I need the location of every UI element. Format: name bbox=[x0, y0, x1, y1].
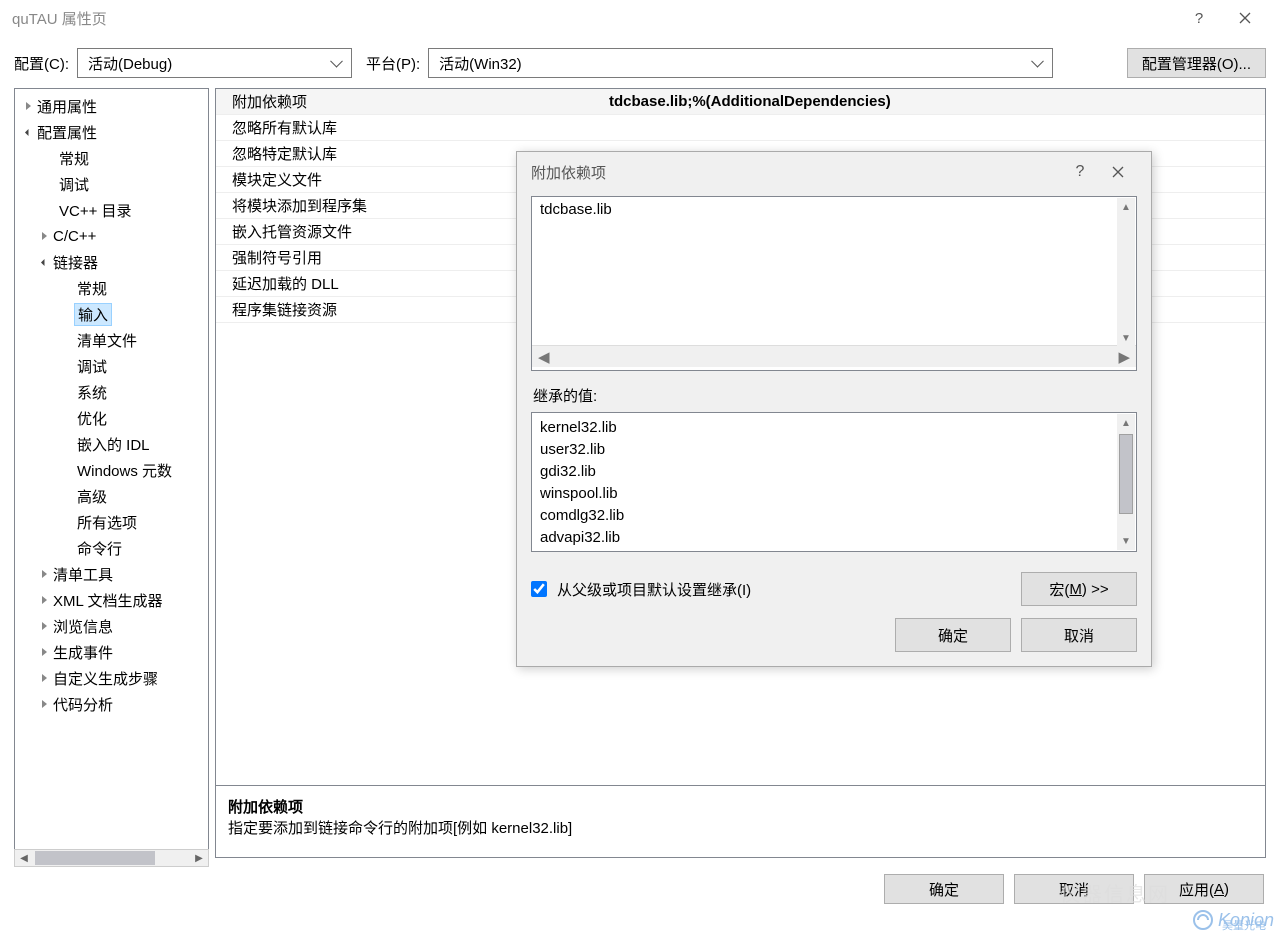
property-row[interactable]: 附加依赖项tdcbase.lib;%(AdditionalDependencie… bbox=[216, 89, 1265, 115]
tree-item[interactable]: 系统 bbox=[15, 379, 208, 405]
h-scrollbar[interactable]: ◀▶ bbox=[532, 345, 1136, 367]
window-title: quTAU 属性页 bbox=[12, 8, 107, 29]
config-bar: 配置(C): 活动(Debug) 平台(P): 活动(Win32) 配置管理器(… bbox=[0, 36, 1280, 88]
list-item: gdi32.lib bbox=[540, 461, 1128, 483]
tree-item[interactable]: 自定义生成步骤 bbox=[15, 665, 208, 691]
tree-item[interactable]: 调试 bbox=[15, 171, 208, 197]
help-icon[interactable]: ? bbox=[1176, 2, 1222, 34]
description-box: 附加依赖项 指定要添加到链接命令行的附加项[例如 kernel32.lib] bbox=[216, 785, 1265, 857]
dialog-title: 附加依赖项 bbox=[531, 162, 606, 183]
watermark-text: 仪器信息网 bbox=[1060, 878, 1170, 907]
v-scrollbar[interactable]: ▲ ▼ bbox=[1117, 414, 1135, 550]
dialog-help-icon[interactable]: ? bbox=[1061, 157, 1099, 187]
deps-edit-area[interactable]: tdcbase.lib ▲▼ ◀▶ bbox=[531, 196, 1137, 371]
inherited-label: 继承的值: bbox=[533, 385, 1137, 406]
list-item: comdlg32.lib bbox=[540, 505, 1128, 527]
list-item: advapi32.lib bbox=[540, 527, 1128, 549]
tree-item[interactable]: XML 文档生成器 bbox=[15, 587, 208, 613]
titlebar: quTAU 属性页 ? bbox=[0, 0, 1280, 36]
config-label: 配置(C): bbox=[14, 53, 69, 74]
tree-h-scrollbar[interactable]: ◀ ▶ bbox=[14, 849, 209, 867]
list-item: user32.lib bbox=[540, 439, 1128, 461]
dialog-cancel-button[interactable]: 取消 bbox=[1021, 618, 1137, 652]
config-manager-button[interactable]: 配置管理器(O)... bbox=[1127, 48, 1266, 78]
scroll-left-icon[interactable]: ◀ bbox=[538, 348, 550, 366]
tree-item[interactable]: 命令行 bbox=[15, 535, 208, 561]
scroll-up-icon[interactable]: ▲ bbox=[1121, 198, 1131, 216]
tree-item[interactable]: 调试 bbox=[15, 353, 208, 379]
scroll-down-icon[interactable]: ▼ bbox=[1121, 532, 1131, 550]
tree-item[interactable]: 链接器 bbox=[15, 249, 208, 275]
tree-item[interactable]: VC++ 目录 bbox=[15, 197, 208, 223]
macro-button[interactable]: 宏(M) >> bbox=[1021, 572, 1137, 606]
watermark-logo: Konion 昊量光电 bbox=[1192, 909, 1274, 931]
tree-item[interactable]: 常规 bbox=[15, 275, 208, 301]
scroll-thumb[interactable] bbox=[35, 851, 155, 865]
tree-item[interactable]: 代码分析 bbox=[15, 691, 208, 717]
platform-select[interactable]: 活动(Win32) bbox=[428, 48, 1053, 78]
property-row[interactable]: 忽略所有默认库 bbox=[216, 115, 1265, 141]
list-item: winspool.lib bbox=[540, 483, 1128, 505]
close-icon[interactable] bbox=[1222, 2, 1268, 34]
scroll-right-icon[interactable]: ▶ bbox=[190, 853, 208, 864]
tree-item-selected[interactable]: 输入 bbox=[15, 301, 208, 327]
tree-item[interactable]: 常规 bbox=[15, 145, 208, 171]
platform-label: 平台(P): bbox=[366, 53, 420, 74]
ok-button[interactable]: 确定 bbox=[884, 874, 1004, 904]
inherit-checkbox-label: 从父级或项目默认设置继承(I) bbox=[557, 579, 751, 600]
dialog-ok-button[interactable]: 确定 bbox=[895, 618, 1011, 652]
tree-item[interactable]: 高级 bbox=[15, 483, 208, 509]
dialog-titlebar: 附加依赖项 ? bbox=[517, 152, 1151, 192]
v-scrollbar[interactable]: ▲▼ bbox=[1117, 198, 1135, 347]
tree-item[interactable]: 清单工具 bbox=[15, 561, 208, 587]
inherited-list[interactable]: kernel32.lib user32.lib gdi32.lib winspo… bbox=[531, 412, 1137, 552]
tree-item[interactable]: 所有选项 bbox=[15, 509, 208, 535]
scroll-up-icon[interactable]: ▲ bbox=[1121, 414, 1131, 432]
config-select[interactable]: 活动(Debug) bbox=[77, 48, 352, 78]
scroll-right-icon[interactable]: ▶ bbox=[1118, 348, 1130, 366]
description-title: 附加依赖项 bbox=[228, 796, 1253, 817]
tree-item[interactable]: C/C++ bbox=[15, 223, 208, 249]
tree-item[interactable]: 通用属性 bbox=[15, 93, 208, 119]
tree-item[interactable]: 清单文件 bbox=[15, 327, 208, 353]
tree-item[interactable]: Windows 元数 bbox=[15, 457, 208, 483]
tree-item[interactable]: 生成事件 bbox=[15, 639, 208, 665]
list-item: kernel32.lib bbox=[540, 417, 1128, 439]
tree-item[interactable]: 浏览信息 bbox=[15, 613, 208, 639]
tree-item[interactable]: 优化 bbox=[15, 405, 208, 431]
dialog-close-icon[interactable] bbox=[1099, 157, 1137, 187]
tree-item[interactable]: 嵌入的 IDL bbox=[15, 431, 208, 457]
additional-deps-dialog: 附加依赖项 ? tdcbase.lib ▲▼ ◀▶ 继承的值: kernel32… bbox=[516, 151, 1152, 667]
scroll-thumb[interactable] bbox=[1119, 434, 1133, 514]
scroll-left-icon[interactable]: ◀ bbox=[15, 853, 33, 864]
deps-edit-text[interactable]: tdcbase.lib bbox=[532, 197, 1136, 345]
scroll-down-icon[interactable]: ▼ bbox=[1121, 329, 1131, 347]
property-tree[interactable]: 通用属性 配置属性 常规 调试 VC++ 目录 C/C++ 链接器 常规 输入 … bbox=[14, 88, 209, 858]
inherit-checkbox[interactable] bbox=[531, 581, 547, 597]
description-text: 指定要添加到链接命令行的附加项[例如 kernel32.lib] bbox=[228, 817, 1253, 838]
tree-item[interactable]: 配置属性 bbox=[15, 119, 208, 145]
